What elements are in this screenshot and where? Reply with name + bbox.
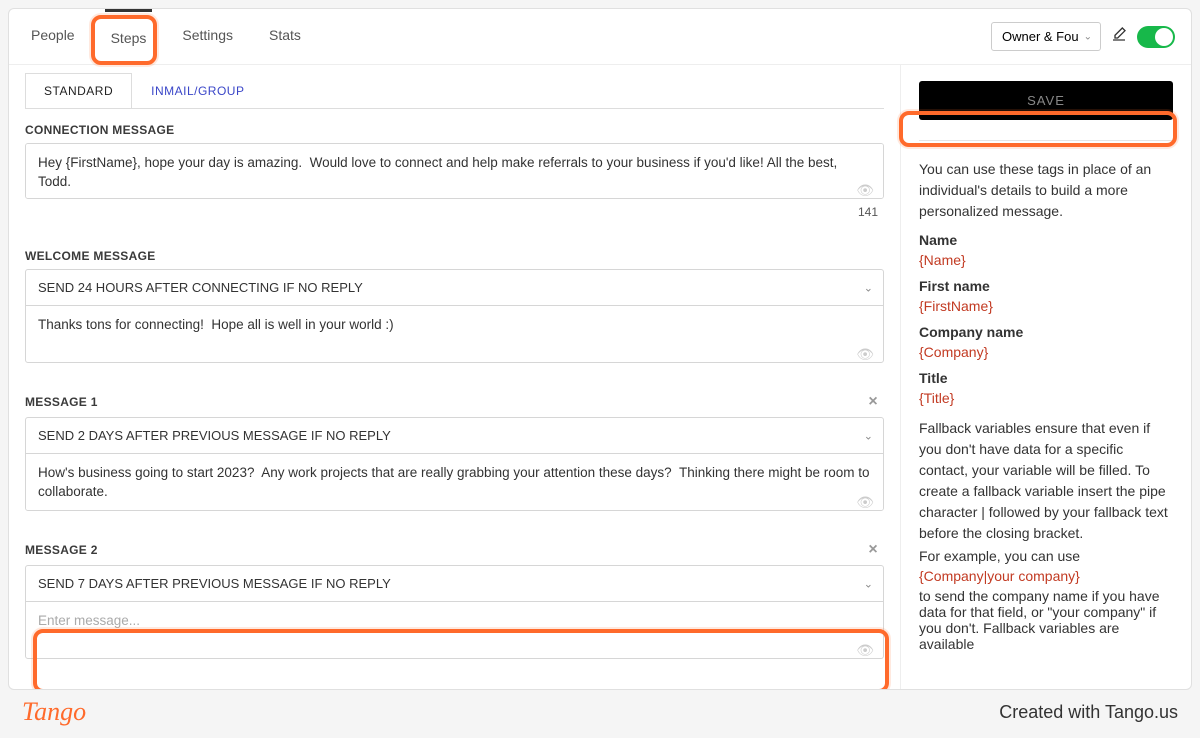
message-1-block: MESSAGE 1 × SEND 2 DAYS AFTER PREVIOUS M…: [25, 393, 884, 511]
nav-tab-steps[interactable]: Steps: [105, 9, 153, 64]
welcome-message-input[interactable]: [25, 305, 884, 363]
welcome-message-label: WELCOME MESSAGE: [25, 249, 884, 263]
active-toggle[interactable]: [1137, 26, 1175, 48]
nav-tab-settings[interactable]: Settings: [176, 9, 239, 64]
tag-title-label: Title: [919, 370, 1173, 386]
message-2-timing-value: SEND 7 DAYS AFTER PREVIOUS MESSAGE IF NO…: [38, 576, 391, 591]
tag-firstname-label: First name: [919, 278, 1173, 294]
chevron-down-icon: ⌄: [1084, 31, 1092, 42]
connection-char-counter: 141: [25, 205, 884, 219]
chevron-down-icon: ⌄: [864, 577, 873, 590]
fallback-example-lead: For example, you can use: [919, 548, 1173, 564]
created-with-text: Created with Tango.us: [999, 702, 1178, 723]
message-1-input[interactable]: [25, 453, 884, 511]
chevron-down-icon: ⌄: [864, 281, 873, 294]
owner-select[interactable]: Owner & Fou ⌄: [991, 22, 1101, 51]
fallback-explainer-2: to send the company name if you have dat…: [919, 588, 1173, 652]
connection-message-label: CONNECTION MESSAGE: [25, 123, 884, 137]
tango-logo: Tango: [22, 697, 86, 727]
fallback-example-token: {Company|your company}: [919, 568, 1173, 584]
delete-message-1-icon[interactable]: ×: [868, 393, 884, 411]
subtab-standard[interactable]: STANDARD: [25, 73, 132, 108]
nav-tab-stats[interactable]: Stats: [263, 9, 307, 64]
tags-intro-text: You can use these tags in place of an in…: [919, 159, 1173, 222]
tag-name-label: Name: [919, 232, 1173, 248]
top-nav: People Steps Settings Stats Owner & Fou …: [9, 9, 1191, 65]
nav-tab-people[interactable]: People: [25, 9, 81, 64]
connection-message-input[interactable]: [25, 143, 884, 199]
save-button[interactable]: SAVE: [919, 81, 1173, 120]
message-2-input[interactable]: [25, 601, 884, 659]
tag-title-token: {Title}: [919, 390, 1173, 406]
tag-company-label: Company name: [919, 324, 1173, 340]
owner-select-value: Owner & Fou: [1002, 29, 1079, 44]
delete-message-2-icon[interactable]: ×: [868, 541, 884, 559]
sidebar: SAVE You can use these tags in place of …: [901, 65, 1191, 689]
message-2-label: MESSAGE 2 ×: [25, 541, 884, 559]
welcome-timing-value: SEND 24 HOURS AFTER CONNECTING IF NO REP…: [38, 280, 363, 295]
welcome-timing-select[interactable]: SEND 24 HOURS AFTER CONNECTING IF NO REP…: [25, 269, 884, 306]
toggle-knob: [1155, 28, 1173, 46]
message-1-timing-value: SEND 2 DAYS AFTER PREVIOUS MESSAGE IF NO…: [38, 428, 391, 443]
tag-name-token: {Name}: [919, 252, 1173, 268]
main-content: STANDARD INMAIL/GROUP CONNECTION MESSAGE…: [9, 65, 901, 689]
message-2-timing-select[interactable]: SEND 7 DAYS AFTER PREVIOUS MESSAGE IF NO…: [25, 565, 884, 602]
chevron-down-icon: ⌄: [864, 429, 873, 442]
tag-firstname-token: {FirstName}: [919, 298, 1173, 314]
message-1-label: MESSAGE 1 ×: [25, 393, 884, 411]
connection-message-block: CONNECTION MESSAGE 👁 141: [25, 123, 884, 219]
subtab-inmail-group[interactable]: INMAIL/GROUP: [132, 73, 263, 108]
tag-company-token: {Company}: [919, 344, 1173, 360]
footer: Tango Created with Tango.us: [8, 692, 1192, 732]
fallback-explainer-1: Fallback variables ensure that even if y…: [919, 418, 1173, 544]
message-2-block: MESSAGE 2 × SEND 7 DAYS AFTER PREVIOUS M…: [25, 541, 884, 659]
welcome-message-block: WELCOME MESSAGE SEND 24 HOURS AFTER CONN…: [25, 249, 884, 363]
message-1-timing-select[interactable]: SEND 2 DAYS AFTER PREVIOUS MESSAGE IF NO…: [25, 417, 884, 454]
edit-icon[interactable]: [1111, 26, 1127, 47]
